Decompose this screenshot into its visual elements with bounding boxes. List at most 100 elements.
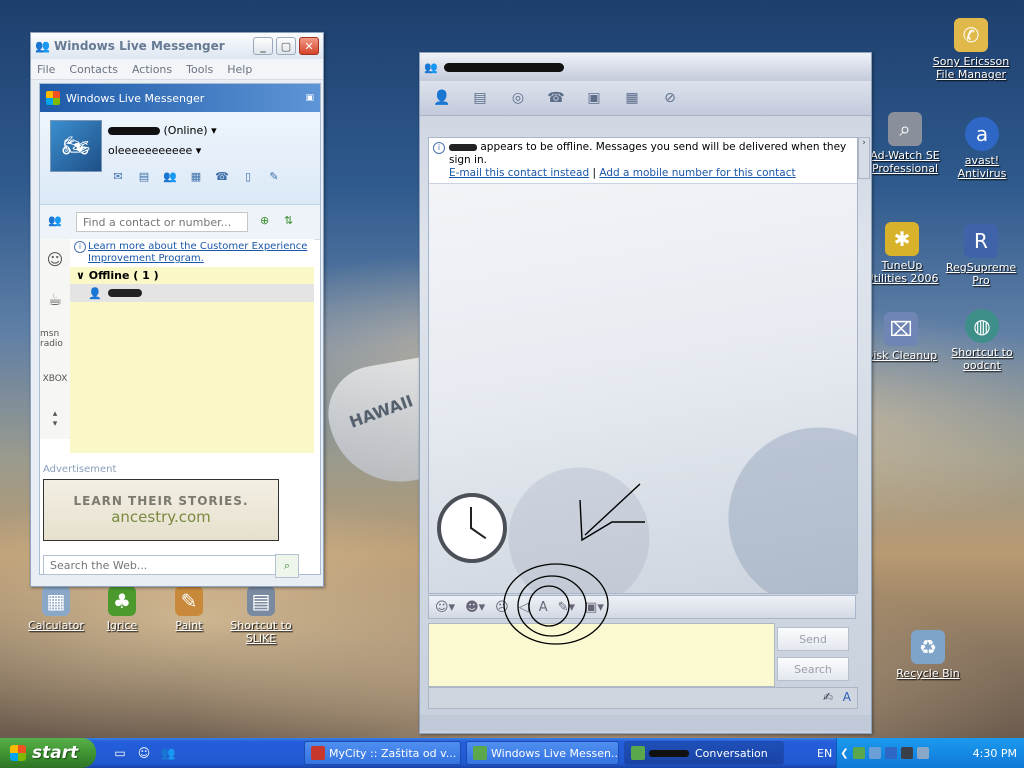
- messenger-icon[interactable]: 👥: [160, 745, 176, 761]
- desktop-icon-paint[interactable]: ✎ Paint: [149, 586, 229, 632]
- advertisement-label: Advertisement: [43, 464, 117, 475]
- search-icon[interactable]: ⌕: [275, 554, 299, 578]
- collapse-icon[interactable]: ▣: [305, 93, 314, 103]
- messenger-tray-icon[interactable]: [852, 747, 865, 759]
- sidebar-tabs: ☺ ☕ msn radio XBOX ▴ ▾: [40, 239, 70, 439]
- news-icon[interactable]: ▦: [186, 168, 206, 184]
- smiley-icon[interactable]: ☺: [136, 745, 152, 761]
- avast-tray-icon[interactable]: [884, 747, 897, 759]
- ad-banner[interactable]: LEARN THEIR STORIES. ancestry.com: [43, 479, 279, 541]
- conversation-window: 👥 👤 ▤ ◎ ☎ ▣ ▦ ⊘ appears to be offline. M…: [419, 52, 872, 734]
- conversation-titlebar[interactable]: 👥: [420, 53, 871, 81]
- block-icon[interactable]: ⊘: [658, 87, 682, 109]
- menu-actions[interactable]: Actions: [132, 63, 172, 76]
- group-offline[interactable]: ∨ Offline ( 1 ): [70, 267, 314, 284]
- clock-time[interactable]: 4:30 PM: [973, 747, 1017, 760]
- handwriting-icon[interactable]: ✍: [823, 690, 833, 704]
- scroll-arrows-icon: ▴ ▾: [52, 409, 58, 429]
- display-name[interactable]: (Online) ▾: [108, 124, 217, 137]
- sidebar-tab-baby[interactable]: ☺: [40, 239, 70, 279]
- desktop-icon-regsupreme[interactable]: R RegSupreme Pro: [941, 224, 1021, 287]
- desktop-icon-recycle-bin[interactable]: ♻ Recycle Bin: [888, 630, 968, 680]
- xbox-label: XBOX: [42, 374, 68, 384]
- menu-help[interactable]: Help: [227, 63, 252, 76]
- format-toolbar: ☺▾ ☻▾ ☹ ◁ A ✎▾ ▣▾: [428, 595, 856, 619]
- personal-message-text: oleeeeeeeeeee: [108, 144, 193, 157]
- font-icon[interactable]: A: [539, 600, 548, 615]
- nudge-icon[interactable]: ☹: [495, 600, 509, 615]
- personal-message[interactable]: oleeeeeeeeeee ▾: [108, 144, 201, 157]
- desktop-icon-oodcnt[interactable]: ◍ Shortcut to oodcnt: [942, 309, 1022, 372]
- paintbrush-icon[interactable]: ✎: [264, 168, 284, 184]
- web-search-input[interactable]: [43, 555, 297, 575]
- broom-icon: ⌧: [884, 312, 918, 346]
- send-files-icon[interactable]: ▤: [468, 87, 492, 109]
- email-contact-link[interactable]: E-mail this contact instead: [449, 167, 589, 179]
- voice-clip-icon[interactable]: ◁: [519, 600, 529, 615]
- redacted-contact: [449, 143, 477, 151]
- call-icon[interactable]: ☎: [544, 87, 568, 109]
- desktop-icon-avast[interactable]: a avast! Antivirus: [942, 117, 1022, 180]
- phone-icon[interactable]: ☎: [212, 168, 232, 184]
- redacted-contact-title: [443, 62, 564, 72]
- network-icon[interactable]: [868, 747, 881, 759]
- menu-contacts[interactable]: Contacts: [69, 63, 118, 76]
- display-icon[interactable]: [916, 747, 929, 759]
- mail-icon[interactable]: ✉: [108, 168, 128, 184]
- list-item[interactable]: 👤: [70, 284, 314, 302]
- wink-icon[interactable]: ☻▾: [465, 600, 485, 615]
- send-button[interactable]: Send: [777, 627, 849, 651]
- type-icon[interactable]: A: [843, 690, 851, 704]
- sidebar-tab-msn-radio[interactable]: msn radio: [40, 319, 70, 359]
- desktop-icon-sony-ericsson[interactable]: ✆ Sony Ericsson File Manager: [931, 18, 1011, 81]
- add-contact-icon[interactable]: ⊕: [260, 214, 269, 227]
- windows-flag-icon: [46, 91, 60, 105]
- mobile-icon[interactable]: ▯: [238, 168, 258, 184]
- close-button[interactable]: ✕: [299, 37, 319, 55]
- show-desktop-icon[interactable]: ▭: [112, 745, 128, 761]
- add-mobile-link[interactable]: Add a mobile number for this contact: [599, 167, 795, 179]
- desktop-icon-tuneup[interactable]: ✱ TuneUp Utilities 2006: [862, 222, 942, 285]
- background-icon[interactable]: ▣▾: [585, 600, 604, 615]
- contact-search-input[interactable]: [76, 212, 248, 232]
- desktop-icon-disk-cleanup[interactable]: ⌧ Disk Cleanup: [861, 312, 941, 362]
- contacts-icon[interactable]: 👥: [160, 168, 180, 184]
- message-input[interactable]: [428, 623, 775, 687]
- menu-tools[interactable]: Tools: [186, 63, 213, 76]
- invite-icon[interactable]: 👤: [430, 87, 454, 109]
- chevron-down-icon: ∨: [76, 269, 85, 282]
- sharing-folder-icon[interactable]: ▤: [134, 168, 154, 184]
- maximize-button[interactable]: ▢: [276, 37, 296, 55]
- webcam-icon[interactable]: ◎: [506, 87, 530, 109]
- desktop-icon-slike[interactable]: ▤ Shortcut to SLIKE: [221, 586, 301, 645]
- expand-pane-button[interactable]: ›: [858, 137, 870, 179]
- sidebar-tab-xbox[interactable]: XBOX: [40, 359, 70, 399]
- tray-expand-icon[interactable]: ❮: [840, 748, 848, 759]
- info-link[interactable]: Learn more about the Customer Experience…: [70, 239, 314, 267]
- desktop-icon-ad-watch[interactable]: ⌕ Ad-Watch SE Professional: [865, 112, 945, 175]
- sort-icon[interactable]: ⇅: [284, 214, 293, 227]
- header-title: Windows Live Messenger: [66, 91, 205, 105]
- avatar[interactable]: 🏍: [50, 120, 102, 172]
- language-indicator[interactable]: EN: [817, 747, 832, 760]
- pen-icon[interactable]: ✎▾: [558, 600, 575, 615]
- taskbar-item-conversation[interactable]: Conversation: [624, 741, 784, 765]
- sidebar-scroll[interactable]: ▴ ▾: [40, 399, 70, 439]
- activities-icon[interactable]: ▣: [582, 87, 606, 109]
- taskbar-item-mycity[interactable]: MyCity :: Zaštita od v...: [304, 741, 461, 765]
- emoticon-icon[interactable]: ☺▾: [435, 600, 455, 615]
- start-button[interactable]: start: [0, 738, 96, 768]
- taskbar-item-messenger[interactable]: Windows Live Messen...: [466, 741, 619, 765]
- sidebar-tab-coffee[interactable]: ☕: [40, 279, 70, 319]
- games-icon[interactable]: ▦: [620, 87, 644, 109]
- minimize-button[interactable]: _: [253, 37, 273, 55]
- calculator-icon: ▦: [42, 586, 70, 616]
- profile-toolbar: ✉ ▤ 👥 ▦ ☎ ▯ ✎: [108, 168, 284, 184]
- volume-icon[interactable]: [900, 747, 913, 759]
- offline-notice: appears to be offline. Messages you send…: [429, 138, 857, 184]
- messenger-titlebar[interactable]: 👥 Windows Live Messenger _ ▢ ✕: [31, 33, 323, 59]
- search-button[interactable]: Search: [777, 657, 849, 681]
- messenger-window: 👥 Windows Live Messenger _ ▢ ✕ File Cont…: [30, 32, 324, 587]
- menu-file[interactable]: File: [37, 63, 55, 76]
- messenger-buddy-icon: 👥: [424, 60, 438, 74]
